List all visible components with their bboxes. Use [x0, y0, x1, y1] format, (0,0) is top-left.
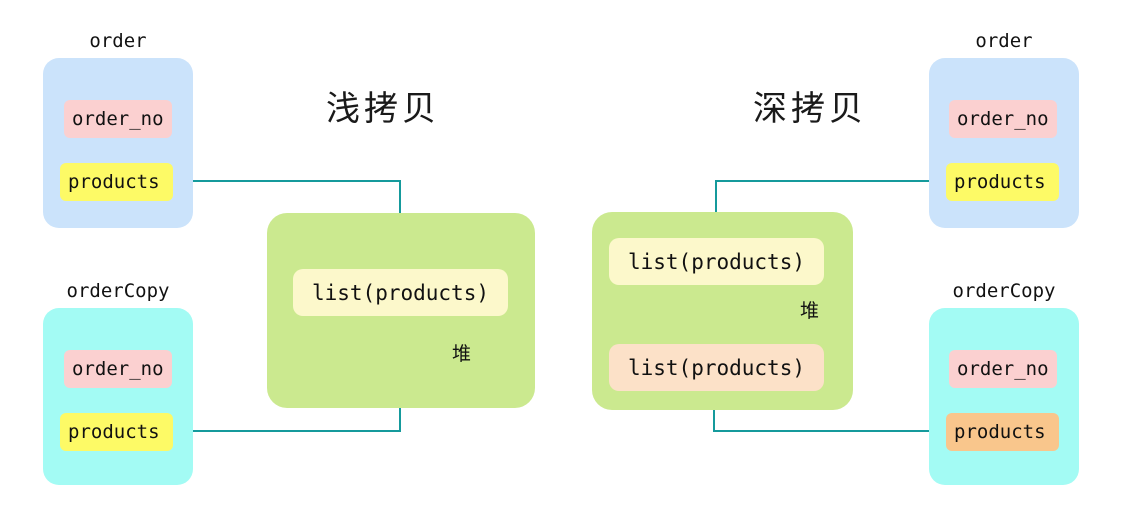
shallow-order-caption: order — [89, 30, 147, 52]
deep-order-field-order_no[interactable]: order_no — [949, 100, 1057, 138]
deep-heap-item-list-products-original[interactable]: list(products) — [609, 238, 824, 285]
shallow-order-box[interactable] — [43, 58, 193, 228]
shallow-order-field-products[interactable]: products — [60, 163, 173, 201]
deep-ordercopy-box[interactable] — [929, 308, 1079, 485]
section-title-deep-copy: 深拷贝 — [753, 89, 867, 129]
deep-ordercopy-field-order_no[interactable]: order_no — [949, 350, 1057, 388]
deep-order-box[interactable] — [929, 58, 1079, 228]
shallow-heap-item-list-products[interactable]: list(products) — [293, 269, 508, 316]
shallow-ordercopy-field-products[interactable]: products — [60, 413, 173, 451]
deep-heap-label: 堆 — [800, 300, 820, 322]
deep-ordercopy-field-products[interactable]: products — [946, 413, 1059, 451]
shallow-ordercopy-caption: orderCopy — [66, 280, 170, 302]
deep-order-caption: order — [975, 30, 1033, 52]
shallow-ordercopy-box[interactable] — [43, 308, 193, 485]
deep-heap-item-list-products-copy[interactable]: list(products) — [609, 344, 824, 391]
shallow-heap-label: 堆 — [452, 343, 472, 365]
deep-order-field-products[interactable]: products — [946, 163, 1059, 201]
deep-ordercopy-caption: orderCopy — [952, 280, 1056, 302]
shallow-ordercopy-field-order_no[interactable]: order_no — [64, 350, 172, 388]
section-title-shallow-copy: 浅拷贝 — [326, 89, 440, 129]
diagram-canvas: 浅拷贝 order order_no products orderCopy or… — [0, 0, 1127, 515]
shallow-order-field-order_no[interactable]: order_no — [64, 100, 172, 138]
